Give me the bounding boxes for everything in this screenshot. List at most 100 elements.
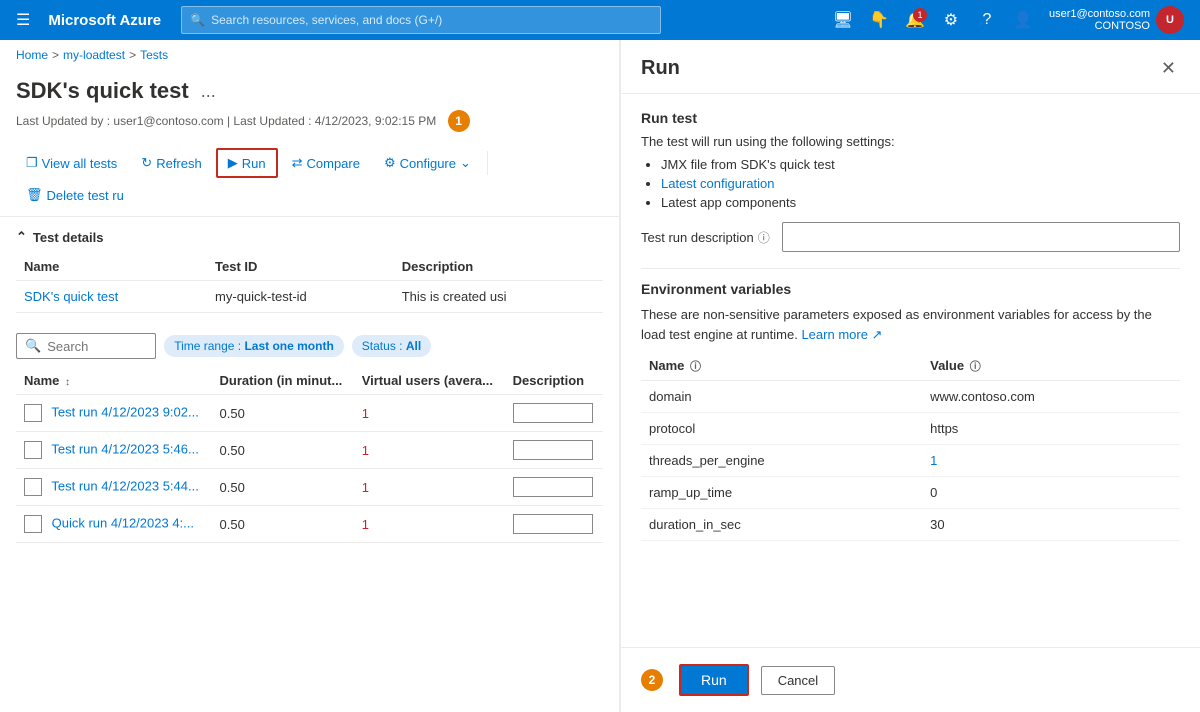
breadcrumb-home[interactable]: Home (16, 48, 48, 62)
breadcrumb-tests[interactable]: Tests (140, 48, 168, 62)
runs-row-desc-input-3[interactable] (513, 514, 593, 534)
status-value: All (406, 339, 421, 353)
runs-row-desc-input-1[interactable] (513, 440, 593, 460)
desc-info-icon[interactable]: ⓘ (758, 229, 770, 246)
search-input[interactable] (47, 339, 147, 354)
view-all-tests-label: View all tests (42, 156, 118, 171)
user-menu[interactable]: user1@contoso.com CONTOSO U (1043, 6, 1190, 34)
status-filter[interactable]: Status : All (352, 335, 431, 357)
sort-icon[interactable]: ↕ (65, 377, 70, 388)
user-org: CONTOSO (1049, 20, 1150, 32)
test-details-row: SDK's quick test my-quick-test-id This i… (16, 281, 603, 313)
configure-btn[interactable]: ⚙ Configure ⌄ (374, 150, 481, 176)
drawer-cancel-btn[interactable]: Cancel (761, 666, 835, 695)
env-name-2: threads_per_engine (641, 445, 922, 477)
drawer-header: Run ✕ (621, 40, 1200, 94)
env-table-row: domain www.contoso.com (641, 381, 1180, 413)
col-test-id: Test ID (207, 253, 394, 281)
runs-row-virtual-2: 1 (354, 469, 505, 506)
run-btn[interactable]: ▶ Run (216, 148, 278, 178)
avatar: U (1156, 6, 1184, 34)
time-range-value: Last one month (244, 339, 333, 353)
env-table-row: duration_in_sec 30 (641, 509, 1180, 541)
runs-col-desc: Description (505, 367, 603, 395)
runs-table-row: Test run 4/12/2023 9:02... 0.50 1 (16, 395, 603, 432)
test-details-section: ⌃ Test details Name Test ID Description … (0, 217, 619, 325)
drawer-close-btn[interactable]: ✕ (1157, 56, 1180, 81)
delete-btn[interactable]: 🗑 Delete test ru (16, 182, 134, 208)
breadcrumb: Home > my-loadtest > Tests (0, 40, 619, 70)
row-checkbox-0[interactable] (24, 404, 42, 422)
bullet-config: Latest configuration (661, 176, 1180, 191)
env-value-4: 30 (922, 509, 1180, 541)
compare-label: Compare (307, 156, 360, 171)
row-checkbox-1[interactable] (24, 441, 42, 459)
time-range-filter[interactable]: Time range : Last one month (164, 335, 344, 357)
runs-table-row: Test run 4/12/2023 5:44... 0.50 1 (16, 469, 603, 506)
env-learn-more-link[interactable]: Learn more ↗ (801, 327, 882, 342)
drawer-footer: 2 Run Cancel (621, 647, 1200, 712)
env-name-0: domain (641, 381, 922, 413)
test-run-desc-input[interactable] (782, 222, 1180, 252)
drawer-body: Run test The test will run using the fol… (621, 94, 1200, 647)
section-divider (641, 268, 1180, 269)
env-table-row: protocol https (641, 413, 1180, 445)
global-search[interactable]: 🔍 Search resources, services, and docs (… (181, 6, 661, 34)
compare-icon: ⇄ (292, 155, 303, 171)
profile-feedback-btn[interactable]: 👤 (1007, 4, 1039, 36)
env-table: Name ⓘ Value ⓘ domain www.contoso.com (641, 352, 1180, 541)
refresh-btn[interactable]: ↻ Refresh (131, 150, 211, 176)
run-name-link-3[interactable]: Quick run 4/12/2023 4:... (52, 515, 194, 530)
toolbar-separator (487, 151, 488, 175)
test-run-desc-row: Test run description ⓘ (641, 222, 1180, 252)
run-icon: ▶ (228, 155, 238, 171)
page-meta: Last Updated by : user1@contoso.com | La… (0, 108, 619, 144)
hamburger-menu[interactable]: ☰ (10, 6, 36, 34)
test-id-cell: my-quick-test-id (207, 281, 394, 313)
search-box[interactable]: 🔍 (16, 333, 156, 359)
page-options-btn[interactable]: ... (197, 79, 220, 104)
latest-config-link[interactable]: Latest configuration (661, 176, 774, 191)
runs-row-name: Test run 4/12/2023 9:02... (16, 395, 212, 432)
runs-row-duration-3: 0.50 (212, 506, 354, 543)
test-desc-cell: This is created usi (394, 281, 603, 313)
env-col-value: Value ⓘ (922, 352, 1180, 381)
runs-col-virtual: Virtual users (avera... (354, 367, 505, 395)
run-name-link-0[interactable]: Test run 4/12/2023 9:02... (51, 404, 198, 419)
drawer-run-btn[interactable]: Run (679, 664, 749, 696)
cloud-shell-btn[interactable]: 🖥 (827, 4, 859, 36)
runs-row-name: Quick run 4/12/2023 4:... (16, 506, 212, 543)
breadcrumb-sep-1: > (52, 48, 59, 62)
view-all-tests-btn[interactable]: ❐ View all tests (16, 150, 127, 176)
test-details-toggle[interactable]: ⌃ Test details (16, 229, 603, 245)
settings-btn[interactable]: ⚙ (935, 4, 967, 36)
run-test-desc: The test will run using the following se… (641, 134, 1180, 149)
env-value-0: www.contoso.com (922, 381, 1180, 413)
notifications-btn[interactable]: 🔔 1 (899, 4, 931, 36)
test-name-cell[interactable]: SDK's quick test (16, 281, 207, 313)
env-value-2[interactable]: 1 (922, 445, 1180, 477)
run-name-link-2[interactable]: Test run 4/12/2023 5:44... (51, 478, 198, 493)
row-checkbox-3[interactable] (24, 515, 42, 533)
page-title: SDK's quick test (16, 78, 189, 104)
env-name-3: ramp_up_time (641, 477, 922, 509)
runs-row-desc-1 (505, 432, 603, 469)
env-value-info-icon[interactable]: ⓘ (970, 361, 981, 373)
runs-row-desc-input-2[interactable] (513, 477, 593, 497)
user-email: user1@contoso.com (1049, 8, 1150, 20)
breadcrumb-loadtest[interactable]: my-loadtest (63, 48, 125, 62)
env-name-info-icon[interactable]: ⓘ (690, 361, 701, 373)
delete-label: Delete test ru (47, 188, 124, 203)
help-btn[interactable]: ? (971, 4, 1003, 36)
runs-row-desc-2 (505, 469, 603, 506)
row-checkbox-2[interactable] (24, 478, 42, 496)
env-value-1: https (922, 413, 1180, 445)
test-run-desc-label: Test run description ⓘ (641, 229, 770, 246)
env-section-title: Environment variables (641, 281, 1180, 297)
compare-btn[interactable]: ⇄ Compare (282, 150, 370, 176)
runs-row-virtual-3: 1 (354, 506, 505, 543)
run-name-link-1[interactable]: Test run 4/12/2023 5:46... (51, 441, 198, 456)
runs-row-desc-input-0[interactable] (513, 403, 593, 423)
top-nav: ☰ Microsoft Azure 🔍 Search resources, se… (0, 0, 1200, 40)
feedback-btn[interactable]: 👇 (863, 4, 895, 36)
